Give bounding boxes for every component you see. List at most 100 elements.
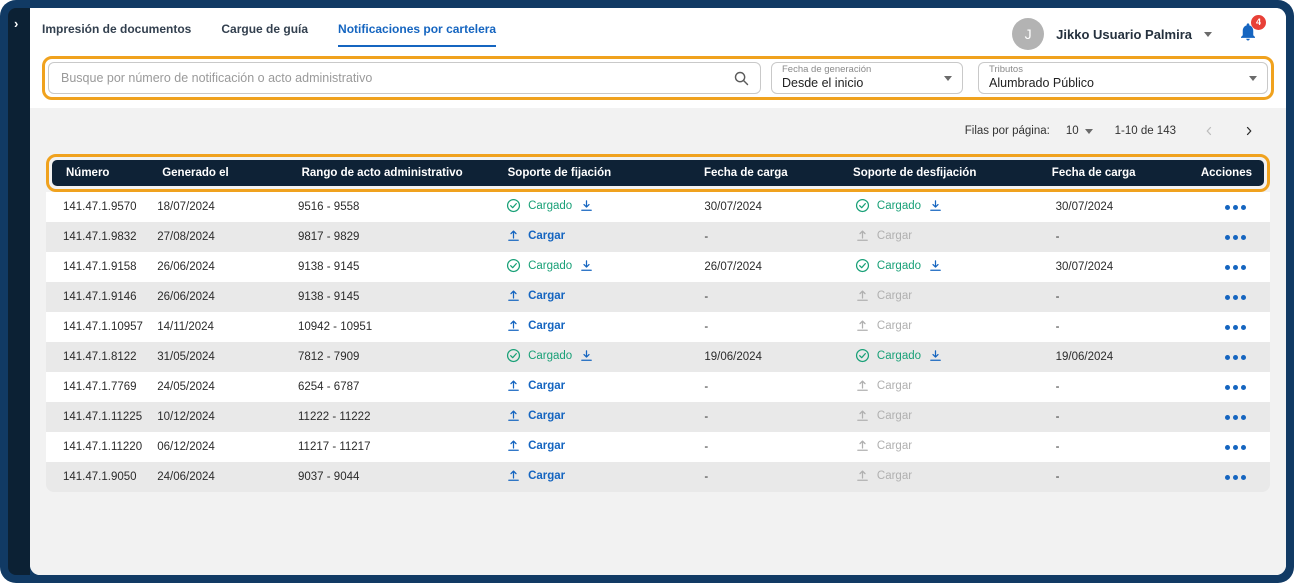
upload-status-label: Cargado bbox=[528, 259, 573, 272]
upload-status-desfijacion: Cargar bbox=[855, 468, 912, 483]
filters-highlight-box: Fecha de generación Desde el inicio Trib… bbox=[42, 56, 1274, 100]
upload-status-fijacion[interactable]: Cargado bbox=[506, 348, 594, 363]
cell-fecha-carga-desfijacion: 30/07/2024 bbox=[1055, 201, 1114, 213]
table-row: 141.47.1.9832 27/08/2024 9817 - 9829 Car… bbox=[46, 222, 1270, 252]
notifications-button[interactable]: 4 bbox=[1238, 14, 1266, 47]
cell-acciones bbox=[1200, 201, 1270, 213]
cell-soporte-desfijacion: Cargar bbox=[849, 468, 1050, 486]
tribute-filter-select[interactable]: Tributos Alumbrado Público bbox=[978, 62, 1268, 94]
search-icon[interactable] bbox=[733, 70, 750, 87]
table-row: 141.47.1.11225 10/12/2024 11222 - 11222 … bbox=[46, 402, 1270, 432]
pagination-nav bbox=[1202, 124, 1256, 138]
cell-rango: 6254 - 6787 bbox=[298, 381, 360, 393]
date-filter-value: Desde el inicio bbox=[782, 76, 864, 91]
tab-cargue-de-guia[interactable]: Cargue de guía bbox=[221, 22, 308, 47]
cell-fecha-carga-fijacion: - bbox=[704, 321, 709, 333]
more-actions-button[interactable] bbox=[1225, 265, 1246, 270]
next-page-button[interactable] bbox=[1242, 124, 1256, 138]
upload-status-fijacion[interactable]: Cargar bbox=[506, 378, 565, 393]
check-circle-icon bbox=[507, 198, 521, 213]
prev-page-button[interactable] bbox=[1202, 124, 1216, 138]
download-icon[interactable] bbox=[928, 258, 943, 273]
upload-icon bbox=[508, 380, 519, 391]
cell-fecha-carga-desfijacion: - bbox=[1055, 321, 1060, 333]
more-actions-button[interactable] bbox=[1225, 235, 1246, 240]
search-input[interactable] bbox=[61, 71, 733, 85]
upload-status-fijacion[interactable]: Cargar bbox=[506, 288, 565, 303]
table-header-highlight-box: Número Generado el Rango de acto adminis… bbox=[46, 154, 1270, 192]
upload-status-fijacion[interactable]: Cargar bbox=[506, 408, 565, 423]
more-actions-button[interactable] bbox=[1225, 445, 1246, 450]
upload-status-fijacion[interactable]: Cargar bbox=[506, 318, 565, 333]
cell-numero: 141.47.1.8122 bbox=[63, 351, 137, 363]
rows-per-page-select[interactable]: 10 bbox=[1066, 125, 1093, 137]
download-icon[interactable] bbox=[928, 348, 943, 363]
cell-rango: 9516 - 9558 bbox=[298, 201, 360, 213]
cell-rango: 10942 - 10951 bbox=[298, 321, 373, 333]
upload-status-desfijacion[interactable]: Cargado bbox=[855, 348, 943, 363]
cell-fecha-carga-fijacion: 19/06/2024 bbox=[704, 351, 762, 363]
user-menu-caret-icon[interactable] bbox=[1204, 31, 1212, 37]
upload-status-label: Cargado bbox=[528, 349, 573, 362]
cell-fecha-carga-fijacion: - bbox=[704, 471, 709, 483]
cell-soporte-desfijacion: Cargar bbox=[849, 288, 1050, 306]
cell-soporte-fijacion: Cargar bbox=[500, 468, 698, 486]
download-icon[interactable] bbox=[928, 198, 943, 213]
cell-rango: 9817 - 9829 bbox=[298, 231, 360, 243]
upload-status-label: Cargar bbox=[876, 469, 913, 482]
cell-generado-el: 24/06/2024 bbox=[157, 471, 215, 483]
table-row: 141.47.1.7769 24/05/2024 6254 - 6787 Car… bbox=[46, 372, 1270, 402]
cell-rango: 9138 - 9145 bbox=[298, 261, 360, 273]
more-actions-button[interactable] bbox=[1225, 385, 1246, 390]
notifications-badge: 4 bbox=[1251, 14, 1266, 30]
upload-status-fijacion[interactable]: Cargar bbox=[506, 228, 565, 243]
cell-acciones bbox=[1200, 291, 1270, 303]
tab-bar: Impresión de documentos Cargue de guía N… bbox=[42, 22, 497, 47]
sidebar-expand-icon[interactable]: › bbox=[14, 16, 18, 31]
rows-per-page-value: 10 bbox=[1065, 125, 1079, 137]
more-actions-button[interactable] bbox=[1225, 475, 1246, 480]
more-actions-button[interactable] bbox=[1225, 325, 1246, 330]
search-field[interactable] bbox=[48, 62, 761, 94]
download-icon[interactable] bbox=[579, 198, 594, 213]
cell-fecha-carga-fijacion: - bbox=[704, 291, 709, 303]
more-actions-button[interactable] bbox=[1225, 415, 1246, 420]
check-circle-icon bbox=[507, 258, 521, 273]
upload-icon bbox=[857, 290, 868, 301]
cell-generado-el: 26/06/2024 bbox=[157, 261, 215, 273]
upload-status-desfijacion: Cargar bbox=[855, 288, 912, 303]
avatar[interactable]: J bbox=[1012, 18, 1045, 50]
content-area: Filas por página: 10 1-10 de 143 Número … bbox=[30, 108, 1286, 575]
cell-acciones bbox=[1200, 321, 1270, 333]
cell-generado-el: 06/12/2024 bbox=[157, 441, 215, 453]
col-header-soporte-fijacion: Soporte de fijación bbox=[507, 167, 612, 179]
upload-status-desfijacion: Cargar bbox=[855, 228, 912, 243]
more-actions-button[interactable] bbox=[1225, 205, 1246, 210]
top-bar: Impresión de documentos Cargue de guía N… bbox=[30, 8, 1286, 54]
more-actions-button[interactable] bbox=[1225, 295, 1246, 300]
upload-status-desfijacion[interactable]: Cargado bbox=[855, 198, 943, 213]
upload-status-label: Cargar bbox=[528, 319, 566, 332]
upload-status-label: Cargar bbox=[876, 319, 913, 332]
upload-status-desfijacion[interactable]: Cargado bbox=[855, 258, 943, 273]
cell-fecha-carga-fijacion: 30/07/2024 bbox=[704, 201, 762, 213]
tab-impresion-de-documentos[interactable]: Impresión de documentos bbox=[42, 22, 191, 47]
cell-numero: 141.47.1.7769 bbox=[63, 381, 137, 393]
cell-soporte-desfijacion: Cargar bbox=[849, 228, 1050, 246]
upload-status-fijacion[interactable]: Cargado bbox=[506, 258, 594, 273]
upload-icon bbox=[857, 410, 868, 421]
more-actions-button[interactable] bbox=[1225, 355, 1246, 360]
download-icon[interactable] bbox=[579, 348, 594, 363]
upload-status-label: Cargar bbox=[876, 409, 913, 422]
upload-status-fijacion[interactable]: Cargar bbox=[506, 438, 565, 453]
download-icon[interactable] bbox=[579, 258, 594, 273]
cell-soporte-fijacion: Cargar bbox=[500, 408, 698, 426]
tribute-filter-label: Tributos bbox=[989, 64, 1023, 76]
upload-status-label: Cargar bbox=[528, 439, 566, 452]
upload-status-fijacion[interactable]: Cargar bbox=[506, 468, 565, 483]
date-filter-select[interactable]: Fecha de generación Desde el inicio bbox=[771, 62, 963, 94]
chevron-down-icon bbox=[1084, 128, 1093, 134]
upload-status-fijacion[interactable]: Cargado bbox=[506, 198, 594, 213]
tab-notificaciones-por-cartelera[interactable]: Notificaciones por cartelera bbox=[338, 22, 497, 47]
cell-soporte-desfijacion: Cargar bbox=[849, 408, 1050, 426]
